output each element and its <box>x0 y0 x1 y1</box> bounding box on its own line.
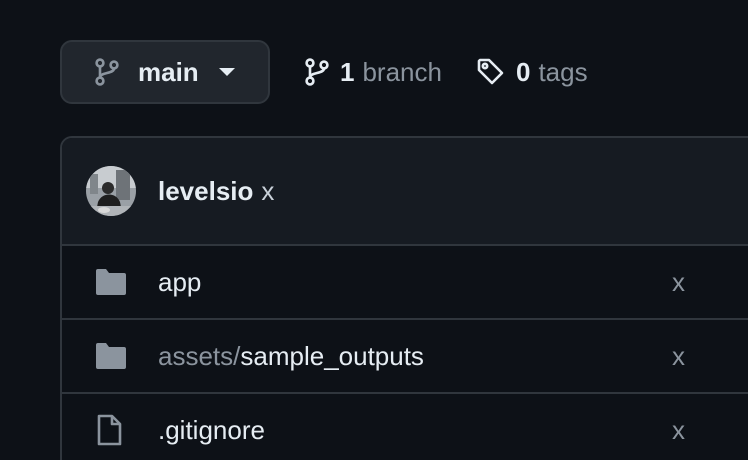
tag-label: tags <box>538 56 588 87</box>
git-branch-icon <box>304 58 330 86</box>
commit-message[interactable]: x <box>261 176 274 207</box>
current-branch-name: main <box>138 56 199 87</box>
tag-icon <box>476 57 506 87</box>
tag-count: 0 <box>515 56 531 87</box>
repo-page: main 1 branch 0 tags levelsio x app x as… <box>0 0 748 460</box>
commit-author[interactable]: levelsio <box>158 176 253 207</box>
branches-link[interactable]: 1 branch <box>304 57 442 88</box>
file-row[interactable]: assets/sample_outputs x <box>62 320 748 394</box>
folder-icon <box>94 342 128 370</box>
branch-label: branch <box>362 56 442 87</box>
file-name[interactable]: app <box>158 267 201 298</box>
file-commit-message[interactable]: x <box>672 415 685 446</box>
file-name[interactable]: .gitignore <box>158 415 265 446</box>
avatar[interactable] <box>86 166 136 216</box>
file-listing: levelsio x app x assets/sample_outputs x <box>60 136 748 460</box>
tags-link[interactable]: 0 tags <box>476 57 588 88</box>
branch-select-button[interactable]: main <box>60 40 270 104</box>
file-name[interactable]: assets/sample_outputs <box>158 341 424 372</box>
chevron-down-icon <box>218 68 235 76</box>
latest-commit-header: levelsio x <box>62 138 748 246</box>
file-row[interactable]: .gitignore x <box>62 394 748 460</box>
branch-bar: main 1 branch 0 tags <box>60 40 588 104</box>
file-icon <box>94 414 124 446</box>
git-branch-icon <box>94 58 120 86</box>
branch-count: 1 <box>340 56 355 87</box>
file-commit-message[interactable]: x <box>672 267 685 298</box>
file-commit-message[interactable]: x <box>672 341 685 372</box>
file-row[interactable]: app x <box>62 246 748 320</box>
folder-icon <box>94 268 128 296</box>
